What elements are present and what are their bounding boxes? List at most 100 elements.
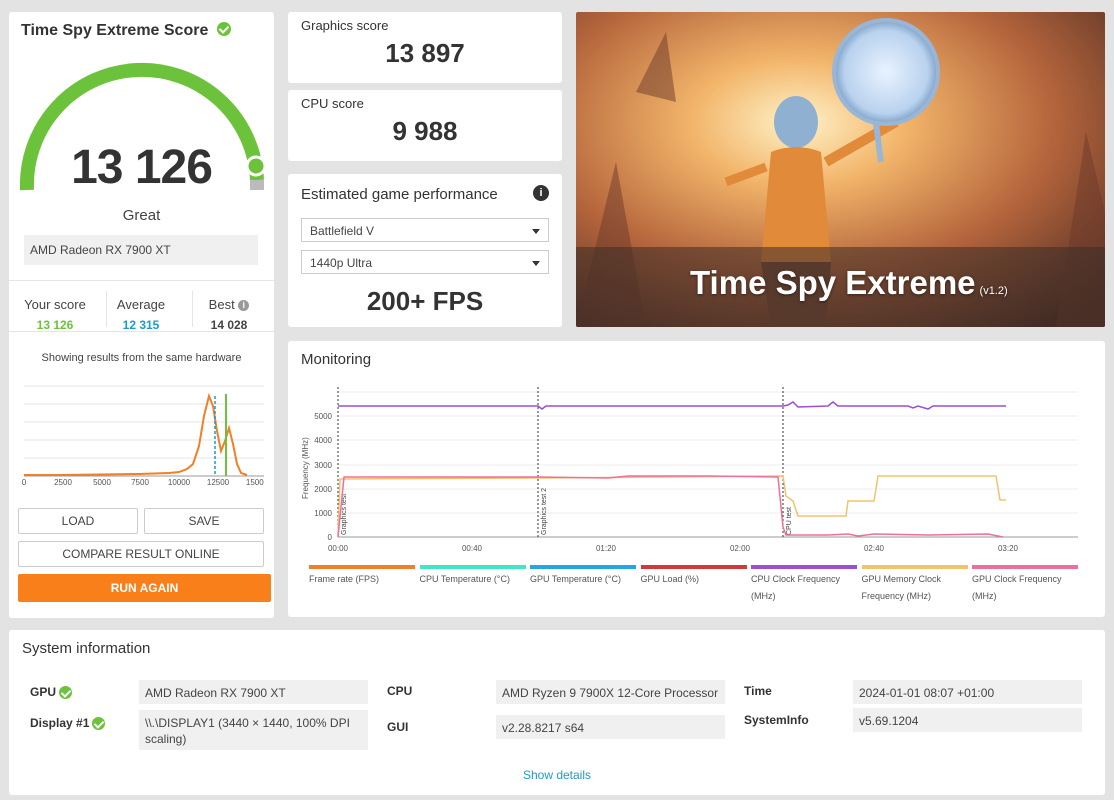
gpu-memory-line [337,475,1006,538]
estimated-performance-card: Estimated game performance i Battlefield… [288,174,562,327]
resolution-select[interactable]: 1440p Ultra [301,250,549,274]
legend-label: GPU Temperature (°C) [530,574,621,584]
legend-swatch [751,565,857,569]
hero-version: (v1.2) [979,285,1008,297]
best-label: Best [208,297,235,312]
x-tick: 00:40 [462,544,483,553]
legend-item[interactable]: GPU Load (%) [640,565,747,588]
x-tick: 02:40 [864,544,885,553]
info-icon[interactable]: i [238,300,250,312]
info-icon[interactable]: i [533,185,549,201]
game-select-value: Battlefield V [310,224,375,238]
best-score: Best i 14 028 [185,297,273,332]
x-tick: 03:20 [998,544,1019,553]
resolution-select-value: 1440p Ultra [310,256,373,270]
your-score: Your score 13 126 [11,297,99,332]
marker-label: Graphics test 2 [541,488,548,535]
cpu-label: CPU [387,684,413,698]
gpu-value: AMD Radeon RX 7900 XT [139,680,368,704]
legend-label: Frame rate (FPS) [309,574,380,584]
best-value: 14 028 [210,318,248,332]
gpu-label: GPU [30,685,73,700]
monitoring-card: Monitoring 0 1000 2000 3000 4000 5000 Fr… [288,341,1105,617]
score-title: Time Spy Extreme Score [21,22,231,40]
dist-tick: 5000 [93,478,111,486]
legend-label: GPU Load (%) [640,574,700,584]
legend-item[interactable]: CPU Temperature (°C) [419,565,526,588]
average-label: Average [116,297,166,312]
dist-tick: 10000 [168,478,191,486]
score-rating: Great [122,207,161,224]
legend-label: GPU Memory Clock Frequency (MHz) [861,574,942,601]
systeminfo-value: v5.69.1204 [853,708,1082,732]
benchmark-hero-image: Time Spy Extreme (v1.2) [576,12,1105,327]
average-score: Average 12 315 [97,297,185,332]
cpu-score-value: 9 988 [392,116,458,146]
legend-item[interactable]: Frame rate (FPS) [309,565,415,588]
y-axis-label: Frequency (MHz) [301,437,310,499]
display-value: \\.\DISPLAY1 (3440 × 1440, 100% DPI scal… [139,710,368,750]
graphics-score-card: Graphics score 13 897 [288,12,562,83]
legend-label: CPU Temperature (°C) [419,574,510,584]
your-score-value: 13 126 [36,318,74,332]
legend-item[interactable]: CPU Clock Frequency (MHz) [751,565,857,605]
compare-online-button[interactable]: COMPARE RESULT ONLINE [18,541,264,567]
y-tick: 0 [328,533,333,542]
legend-swatch [861,565,968,569]
dist-tick: 2500 [54,478,72,486]
chevron-down-icon [532,261,540,266]
total-score: 13 126 [71,141,213,194]
hardware-name: AMD Radeon RX 7900 XT [24,235,258,265]
cpu-score-card: CPU score 9 988 [288,90,562,161]
graphics-score-label: Graphics score [301,18,389,33]
dist-tick: 7500 [131,478,149,486]
y-tick: 1000 [314,509,332,518]
y-tick: 3000 [314,461,332,470]
systeminfo-label: SystemInfo [744,713,809,727]
legend-item[interactable]: GPU Clock Frequency (MHz) [972,565,1078,605]
gui-value: v2.28.8217 s64 [496,715,725,739]
score-stats: Your score 13 126 Average 12 315 Best i … [9,280,274,332]
chevron-down-icon [532,229,540,234]
system-info-card: System information GPU AMD Radeon RX 790… [9,630,1105,795]
graphics-score-value: 13 897 [385,38,465,68]
y-tick: 4000 [314,436,332,445]
average-value: 12 315 [122,318,160,332]
cpu-clock-line [338,401,1006,410]
dist-tick: 15000 [246,478,264,486]
legend-swatch [309,565,415,569]
y-tick: 5000 [314,412,332,421]
your-score-label: Your score [24,297,86,312]
legend-swatch [419,565,526,569]
legend-swatch [640,565,747,569]
save-button[interactable]: SAVE [144,508,264,534]
run-again-button[interactable]: RUN AGAIN [18,574,271,602]
legend-item[interactable]: GPU Memory Clock Frequency (MHz) [861,565,968,605]
dist-tick: 0 [22,478,27,486]
load-button[interactable]: LOAD [18,508,138,534]
hero-title: Time Spy Extreme (v1.2) [690,264,1008,301]
gui-label: GUI [387,720,409,734]
showing-text: Showing results from the same hardware [41,352,242,364]
check-icon [59,686,73,700]
score-distribution-chart: 0 2500 5000 7500 10000 12500 15000 [22,385,264,486]
cpu-value: AMD Ryzen 9 7900X 12-Core Processor [496,680,725,704]
legend-item[interactable]: GPU Temperature (°C) [530,565,636,588]
estimated-title: Estimated game performance [301,186,498,203]
show-details-link[interactable]: Show details [9,768,1105,782]
game-select[interactable]: Battlefield V [301,218,549,242]
y-tick: 2000 [314,485,332,494]
x-tick: 00:00 [328,544,349,553]
check-icon [92,717,106,731]
x-tick: 02:00 [730,544,751,553]
legend-label: CPU Clock Frequency (MHz) [751,574,841,601]
estimated-fps: 200+ FPS [366,286,484,316]
time-value: 2024-01-01 08:07 +01:00 [853,680,1082,704]
display-label: Display #1 [30,716,106,731]
time-label: Time [744,684,772,698]
dist-tick: 12500 [207,478,230,486]
marker-label: CPU test [786,507,793,535]
check-icon [216,22,231,37]
score-card: Time Spy Extreme Score 13 126 Great AMD … [9,12,274,618]
system-info-title: System information [22,640,151,657]
